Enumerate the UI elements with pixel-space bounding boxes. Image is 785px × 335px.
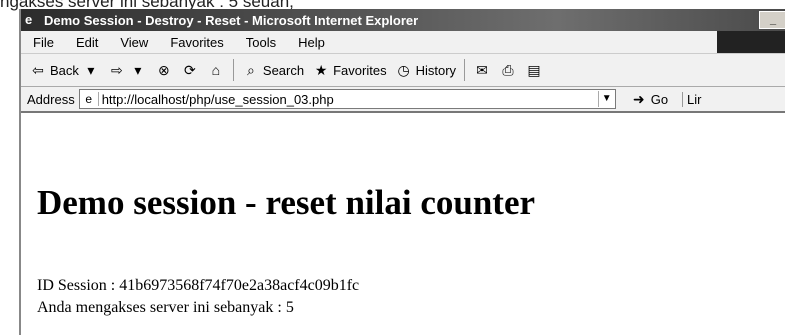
- home-icon[interactable]: ⌂: [207, 61, 225, 79]
- edit-icon[interactable]: ▤: [525, 61, 543, 79]
- window-title: Demo Session - Destroy - Reset - Microso…: [44, 12, 419, 28]
- menu-bar: File Edit View Favorites Tools Help: [21, 31, 785, 54]
- stop-icon[interactable]: ⊗: [155, 61, 173, 79]
- go-arrow-icon: ➜: [632, 91, 645, 107]
- mail-icon[interactable]: ✉: [473, 61, 491, 79]
- menu-file[interactable]: File: [33, 35, 54, 50]
- address-label: Address: [27, 91, 75, 107]
- toolbar-separator: [464, 59, 466, 81]
- forward-button[interactable]: ⇨ ▾: [108, 61, 147, 79]
- refresh-icon[interactable]: ⟳: [181, 61, 199, 79]
- search-label: Search: [262, 62, 305, 78]
- chevron-down-icon: ▾: [87, 62, 95, 78]
- toolbar-separator: [232, 59, 234, 81]
- address-input[interactable]: e http://localhost/php/use_session_03.ph…: [78, 89, 616, 109]
- back-button[interactable]: ⇦ Back ▾: [29, 61, 100, 79]
- menu-view[interactable]: View: [120, 35, 148, 50]
- url-text: http://localhost/php/use_session_03.php: [101, 91, 334, 107]
- history-button[interactable]: ◷ History: [395, 61, 456, 79]
- search-icon: ⌕: [246, 62, 255, 78]
- history-label: History: [415, 62, 457, 78]
- forward-arrow-icon: ⇨: [111, 62, 123, 78]
- chevron-down-icon: ▾: [134, 62, 142, 78]
- back-label: Back: [50, 62, 79, 78]
- session-id-text: ID Session : 41b6973568f74f70e2a38acf4c0…: [37, 277, 360, 294]
- favorites-label: Favorites: [333, 62, 387, 78]
- page-heading: Demo session - reset nilai counter: [37, 183, 536, 222]
- visit-count-text: Anda mengakses server ini sebanyak : 5: [37, 299, 294, 316]
- browser-window: e Demo Session - Destroy - Reset - Micro…: [19, 9, 785, 335]
- minimize-button[interactable]: _: [759, 11, 785, 29]
- back-arrow-icon: ⇦: [32, 62, 44, 78]
- page-icon: e: [80, 92, 99, 106]
- page-content: Demo session - reset nilai counter ID Se…: [21, 111, 785, 335]
- toolbar: ⇦ Back ▾ ⇨ ▾ ⊗ ⟳ ⌂ ⌕ Search ★ Favorites …: [21, 54, 785, 87]
- title-bar: e Demo Session - Destroy - Reset - Micro…: [21, 9, 785, 31]
- search-button[interactable]: ⌕ Search: [242, 61, 304, 79]
- menu-edit[interactable]: Edit: [76, 35, 98, 50]
- favorites-icon: ★: [314, 62, 328, 78]
- menu-tools[interactable]: Tools: [246, 35, 276, 50]
- chevron-down-icon[interactable]: ▼: [597, 91, 615, 107]
- favorites-button[interactable]: ★ Favorites: [312, 61, 387, 79]
- menu-favorites[interactable]: Favorites: [170, 35, 223, 50]
- go-button[interactable]: ➜ Go: [630, 90, 668, 108]
- go-label: Go: [650, 91, 669, 107]
- menu-help[interactable]: Help: [298, 35, 325, 50]
- links-button[interactable]: Lir: [682, 91, 702, 107]
- address-bar: Address e http://localhost/php/use_sessi…: [21, 87, 785, 113]
- history-icon: ◷: [397, 62, 410, 78]
- ie-icon: e: [25, 12, 33, 27]
- print-icon[interactable]: ⎙: [499, 61, 517, 79]
- windows-logo-area: [717, 31, 785, 53]
